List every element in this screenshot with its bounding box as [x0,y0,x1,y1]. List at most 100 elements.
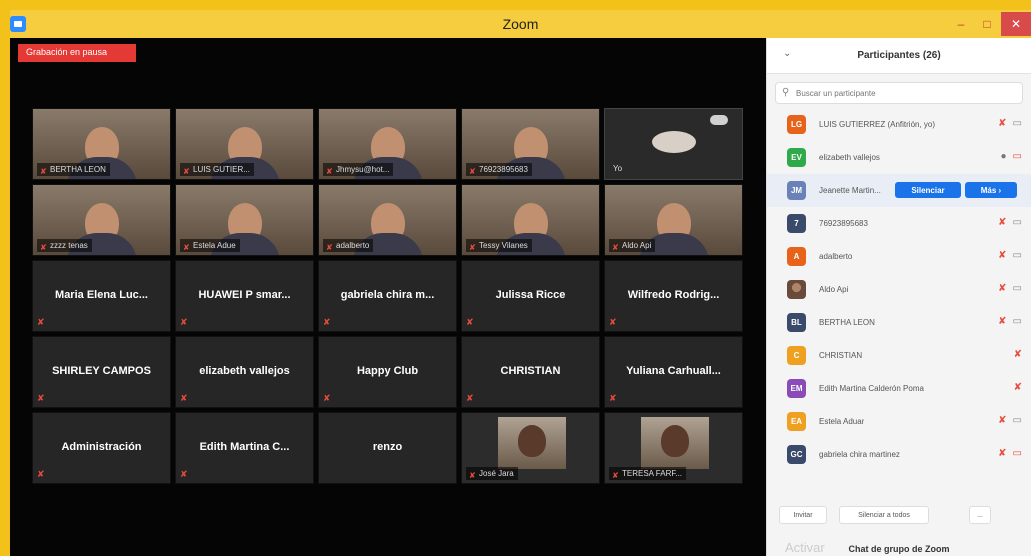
video-tile[interactable]: ✘ LUIS GUTIER... [175,108,314,180]
muted-mic-icon[interactable]: ✘ [998,415,1006,426]
name-tile[interactable]: Wilfredo Rodrig... ✘ [604,260,743,332]
muted-mic-icon[interactable]: ✘ [998,118,1006,129]
muted-mic-icon: ✘ [37,469,45,479]
participant-name: BERTHA LEON [819,318,875,327]
muted-mic-icon: ✘ [326,167,333,176]
participant-row[interactable]: EA Estela Aduar ✘ ▭ [767,405,1031,438]
avatar: BL [787,313,806,332]
tile-nametag: ✘ Estela Adue [180,239,240,252]
name-tile[interactable]: Julissa Ricce ✘ [461,260,600,332]
tile-name: adalberto [336,241,370,250]
participant-row-selected[interactable]: JM Jeanette Martin... Silenciar Más › [767,174,1031,207]
tile-name: zzzz tenas [50,241,88,250]
participant-name: LUIS GUTIERREZ (Anfitrión, yo) [819,120,936,129]
muted-mic-icon: ✘ [180,317,188,327]
photo-tile[interactable]: ✘ TERESA FARF... [604,412,743,484]
more-options-button[interactable]: ... [969,506,991,524]
participant-row[interactable]: GC gabriela chira martinez ✘ ▭ [767,438,1031,471]
minimize-button[interactable]: – [949,12,973,36]
mute-participant-button[interactable]: Silenciar [895,182,961,198]
muted-mic-icon[interactable]: ✘ [998,217,1006,228]
name-tile[interactable]: SHIRLEY CAMPOS ✘ [32,336,171,408]
video-icon[interactable]: ▭ [1013,118,1022,129]
maximize-button[interactable]: □ [975,12,999,36]
tile-nametag: ✘ Aldo Api [609,239,656,252]
self-pill-icon [710,115,728,125]
tile-nametag: ✘ zzzz tenas [37,239,92,252]
video-tile[interactable]: ✘ adalberto [318,184,457,256]
name-tile[interactable]: CHRISTIAN ✘ [461,336,600,408]
tile-nametag: ✘ Tessy Vilanes [466,239,532,252]
participant-row[interactable]: Aldo Api ✘ ▭ [767,273,1031,306]
muted-mic-icon[interactable]: ✘ [998,283,1006,294]
panel-header: ⌄ Participantes (26) [767,38,1031,74]
participant-row[interactable]: C CHRISTIAN ✘ [767,339,1031,372]
video-off-icon[interactable]: ▭ [1013,151,1022,162]
video-icon[interactable]: ▭ [1013,316,1022,327]
self-video-tile[interactable]: Yo [604,108,743,180]
title-bar: Zoom – □ ✕ [10,10,1031,38]
participant-search[interactable]: ⚲ [775,82,1023,104]
participant-row[interactable]: 7 76923895683 ✘ ▭ [767,207,1031,240]
muted-mic-icon: ✘ [183,243,190,252]
muted-mic-icon: ✘ [37,393,45,403]
participant-face [518,425,546,457]
video-off-icon[interactable]: ▭ [1013,448,1022,459]
participant-row[interactable]: EM Edith Martina Calderón Poma ✘ [767,372,1031,405]
video-tile[interactable]: ✘ Estela Adue [175,184,314,256]
muted-mic-icon: ✘ [469,167,476,176]
participant-row[interactable]: BL BERTHA LEON ✘ ▭ [767,306,1031,339]
video-icon[interactable]: ▭ [1013,217,1022,228]
video-icon[interactable]: ▭ [1013,415,1022,426]
muted-mic-icon[interactable]: ✘ [998,250,1006,261]
panel-footer: Invitar Silenciar a todos ... [767,500,1031,530]
participant-row[interactable]: A adalberto ✘ ▭ [767,240,1031,273]
tile-name: Jhmysu@hot... [336,165,390,174]
video-tile[interactable]: ✘ Jhmysu@hot... [318,108,457,180]
gallery-view: Grabación en pausa ✘ BERTHA LEON ✘ LUIS GU… [10,38,766,556]
name-tile[interactable]: gabriela chira m... ✘ [318,260,457,332]
invite-button[interactable]: Invitar [779,506,827,524]
name-tile[interactable]: Yuliana Carhuall... ✘ [604,336,743,408]
video-icon[interactable]: ▭ [1013,283,1022,294]
video-tile[interactable]: ✘ zzzz tenas [32,184,171,256]
avatar: C [787,346,806,365]
more-button[interactable]: Más › [965,182,1017,198]
avatar: EM [787,379,806,398]
tile-nametag: ✘ 76923895683 [466,163,532,176]
tile-name: Happy Club [356,365,419,377]
name-tile[interactable]: renzo [318,412,457,484]
video-tile[interactable]: ✘ BERTHA LEON [32,108,171,180]
name-tile[interactable]: elizabeth vallejos ✘ [175,336,314,408]
mute-all-button[interactable]: Silenciar a todos [839,506,929,524]
name-tile[interactable]: Maria Elena Luc... ✘ [32,260,171,332]
muted-mic-icon[interactable]: ✘ [998,448,1006,459]
name-tile[interactable]: HUAWEI P smar... ✘ [175,260,314,332]
search-icon: ⚲ [782,87,790,98]
muted-mic-icon[interactable]: ✘ [998,316,1006,327]
tile-nametag: ✘ BERTHA LEON [37,163,110,176]
name-tile[interactable]: Administración ✘ [32,412,171,484]
muted-mic-icon[interactable]: ✘ [1014,382,1022,393]
video-tile[interactable]: ✘ Tessy Vilanes [461,184,600,256]
tile-nametag: ✘ José Jara [466,467,518,480]
tile-name: Aldo Api [622,241,652,250]
recording-paused-badge[interactable]: Grabación en pausa [18,44,136,62]
mic-icon[interactable]: ● [1001,151,1007,162]
video-icon[interactable]: ▭ [1013,250,1022,261]
muted-mic-icon: ✘ [609,317,617,327]
video-tile[interactable]: ✘ Aldo Api [604,184,743,256]
muted-mic-icon: ✘ [40,243,47,252]
name-tile[interactable]: Edith Martina C... ✘ [175,412,314,484]
photo-tile[interactable]: ✘ José Jara [461,412,600,484]
participant-name: 76923895683 [819,219,868,228]
name-tile[interactable]: Happy Club ✘ [318,336,457,408]
tile-name: Yuliana Carhuall... [626,365,721,377]
participant-row[interactable]: EV elizabeth vallejos ● ▭ [767,141,1031,174]
participant-row[interactable]: LG LUIS GUTIERREZ (Anfitrión, yo) ✘ ▭ [767,108,1031,141]
search-input[interactable] [796,86,1016,100]
avatar: A [787,247,806,266]
muted-mic-icon[interactable]: ✘ [1014,349,1022,360]
close-button[interactable]: ✕ [1001,12,1031,36]
video-tile[interactable]: ✘ 76923895683 [461,108,600,180]
